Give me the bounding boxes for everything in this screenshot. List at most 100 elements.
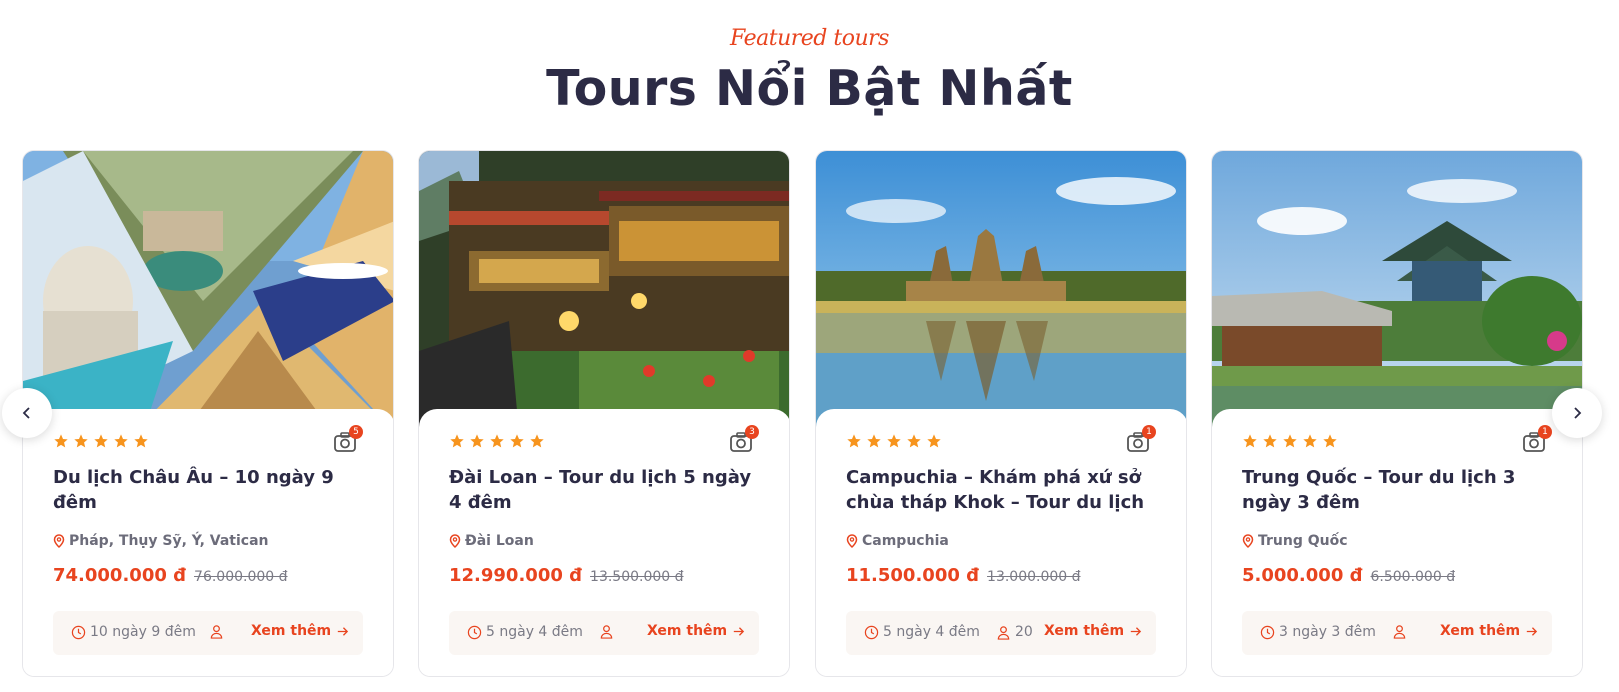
rating-stars <box>449 433 545 449</box>
star-icon <box>907 434 921 448</box>
star-icon <box>847 434 861 448</box>
star-icon <box>1303 434 1317 448</box>
view-more-link[interactable]: Xem thêm <box>251 623 350 639</box>
view-more-label[interactable]: Xem thêm <box>1044 623 1124 639</box>
clock-icon <box>1260 625 1275 639</box>
view-more-link[interactable]: Xem thêm <box>1440 623 1539 639</box>
tour-people <box>1392 624 1411 639</box>
tour-image[interactable] <box>419 151 789 433</box>
star-icon <box>510 434 524 448</box>
tour-price: 74.000.000 đ 76.000.000 đ <box>53 565 288 586</box>
user-icon <box>210 625 223 639</box>
tour-name[interactable]: Trung Quốc – Tour du lịch 3 ngày 3 đêm <box>1242 465 1558 515</box>
photo-count-badge: 1 <box>1142 425 1156 439</box>
tour-location-label: Đài Loan <box>465 533 534 549</box>
map-pin-icon <box>449 534 461 548</box>
map-pin-icon <box>846 534 858 548</box>
star-icon <box>490 434 504 448</box>
view-more-link[interactable]: Xem thêm <box>1044 623 1143 639</box>
arrow-right-icon[interactable] <box>731 624 746 639</box>
price-current: 11.500.000 đ <box>846 565 980 586</box>
tour-duration: 10 ngày 9 đêm <box>71 624 196 640</box>
tour-duration-label: 3 ngày 3 đêm <box>1279 624 1376 640</box>
tour-duration: 5 ngày 4 đêm <box>467 624 583 640</box>
tour-people: 20 <box>996 624 1033 640</box>
tour-meta-bar: 3 ngày 3 đêm Xem thêm <box>1242 611 1552 655</box>
photo-count-badge: 5 <box>349 425 363 439</box>
tour-location: Đài Loan <box>449 533 534 549</box>
star-icon <box>887 434 901 448</box>
tour-meta-bar: 10 ngày 9 đêm Xem thêm <box>53 611 363 655</box>
tour-image[interactable] <box>1212 151 1582 433</box>
star-icon <box>1323 434 1337 448</box>
map-pin-icon <box>1242 534 1254 548</box>
tour-duration-label: 5 ngày 4 đêm <box>486 624 583 640</box>
chevron-right-icon[interactable] <box>1569 405 1585 421</box>
arrow-right-icon[interactable] <box>1524 624 1539 639</box>
star-icon <box>1263 434 1277 448</box>
tour-card-body: 3 Đài Loan – Tour du lịch 5 ngày 4 đêm Đ… <box>419 409 789 676</box>
price-old: 13.000.000 đ <box>987 569 1081 585</box>
tour-card[interactable]: 1 Trung Quốc – Tour du lịch 3 ngày 3 đêm… <box>1211 150 1583 677</box>
user-icon <box>600 625 613 639</box>
section-title: Tours Nổi Bật Nhất <box>546 60 1073 117</box>
star-icon <box>54 434 68 448</box>
star-icon <box>1283 434 1297 448</box>
tour-price: 11.500.000 đ 13.000.000 đ <box>846 565 1081 586</box>
tour-card-body: 5 Du lịch Châu Âu – 10 ngày 9 đêm Pháp, … <box>23 409 393 676</box>
tour-image[interactable] <box>23 151 393 433</box>
carousel-prev-button[interactable] <box>2 388 52 438</box>
star-icon <box>470 434 484 448</box>
star-icon <box>450 434 464 448</box>
view-more-link[interactable]: Xem thêm <box>647 623 746 639</box>
tour-image[interactable] <box>816 151 1186 433</box>
tour-price: 12.990.000 đ 13.500.000 đ <box>449 565 684 586</box>
tour-people <box>599 624 618 639</box>
tour-name[interactable]: Đài Loan – Tour du lịch 5 ngày 4 đêm <box>449 465 765 515</box>
star-icon <box>530 434 544 448</box>
clock-icon <box>864 625 879 639</box>
tour-location-label: Campuchia <box>862 533 949 549</box>
clock-icon <box>467 625 482 639</box>
tour-meta-bar: 5 ngày 4 đêm 20 Xem thêm <box>846 611 1156 655</box>
view-more-label[interactable]: Xem thêm <box>251 623 331 639</box>
tour-card[interactable]: 3 Đài Loan – Tour du lịch 5 ngày 4 đêm Đ… <box>418 150 790 677</box>
clock-icon <box>71 625 86 639</box>
map-pin-icon <box>53 534 65 548</box>
tour-duration: 3 ngày 3 đêm <box>1260 624 1376 640</box>
carousel-next-button[interactable] <box>1552 388 1602 438</box>
rating-stars <box>1242 433 1338 449</box>
section-subtitle: Featured tours <box>730 26 889 51</box>
star-icon <box>867 434 881 448</box>
tour-name[interactable]: Du lịch Châu Âu – 10 ngày 9 đêm <box>53 465 369 515</box>
view-more-label[interactable]: Xem thêm <box>1440 623 1520 639</box>
tour-duration-label: 10 ngày 9 đêm <box>90 624 196 640</box>
user-icon <box>997 625 1010 640</box>
chevron-left-icon[interactable] <box>19 405 35 421</box>
tour-people-count: 20 <box>1015 624 1033 640</box>
tour-duration: 5 ngày 4 đêm <box>864 624 980 640</box>
tour-location-label: Pháp, Thụy Sỹ, Ý, Vatican <box>69 533 269 549</box>
tour-name[interactable]: Campuchia – Khám phá xứ sở chùa tháp Kho… <box>846 465 1162 515</box>
star-icon <box>1243 434 1257 448</box>
tour-location-label: Trung Quốc <box>1258 533 1348 549</box>
tour-card-body: 1 Trung Quốc – Tour du lịch 3 ngày 3 đêm… <box>1212 409 1582 676</box>
view-more-label[interactable]: Xem thêm <box>647 623 727 639</box>
tour-price: 5.000.000 đ 6.500.000 đ <box>1242 565 1455 586</box>
photo-count-badge: 3 <box>745 425 759 439</box>
price-old: 76.000.000 đ <box>194 569 288 585</box>
star-icon <box>114 434 128 448</box>
price-old: 13.500.000 đ <box>590 569 684 585</box>
star-icon <box>134 434 148 448</box>
user-icon <box>1393 625 1406 639</box>
tour-location: Pháp, Thụy Sỹ, Ý, Vatican <box>53 533 269 549</box>
tour-card-body: 1 Campuchia – Khám phá xứ sở chùa tháp K… <box>816 409 1186 676</box>
arrow-right-icon[interactable] <box>1128 624 1143 639</box>
star-icon <box>94 434 108 448</box>
arrow-right-icon[interactable] <box>335 624 350 639</box>
star-icon <box>927 434 941 448</box>
tour-meta-bar: 5 ngày 4 đêm Xem thêm <box>449 611 759 655</box>
tour-card[interactable]: 1 Campuchia – Khám phá xứ sở chùa tháp K… <box>815 150 1187 677</box>
tour-card[interactable]: 5 Du lịch Châu Âu – 10 ngày 9 đêm Pháp, … <box>22 150 394 677</box>
price-old: 6.500.000 đ <box>1370 569 1456 585</box>
